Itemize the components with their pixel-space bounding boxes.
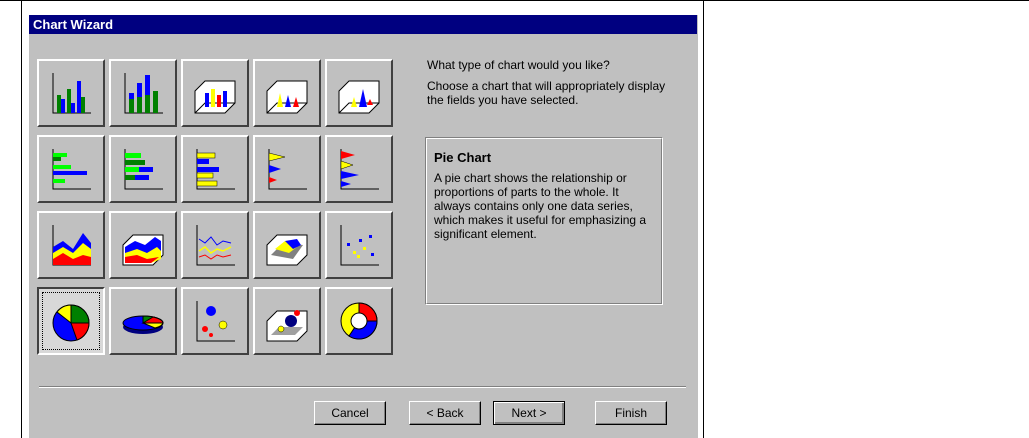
line-chart-icon (196, 225, 235, 266)
chart-type-button[interactable] (253, 211, 321, 279)
stacked-column-chart-icon (124, 73, 163, 114)
back-button[interactable]: < Back (409, 401, 481, 425)
description-title: Pie Chart (434, 150, 492, 165)
title-bar[interactable]: Chart Wizard (29, 15, 697, 34)
next-button[interactable]: Next > (493, 401, 565, 425)
chart-type-button[interactable] (109, 287, 177, 355)
bubble-chart-icon (196, 301, 235, 342)
prompt-question: What type of chart would you like? (427, 58, 610, 72)
chart-type-button[interactable] (253, 59, 321, 127)
chart-type-button[interactable] (181, 287, 249, 355)
chart-type-button[interactable] (109, 211, 177, 279)
chart-type-button[interactable] (37, 211, 105, 279)
chart-type-button[interactable] (253, 287, 321, 355)
top-border (0, 0, 1029, 1)
3d-pie-chart-icon (122, 315, 164, 334)
3d-pyramid-chart-icon (338, 80, 380, 114)
chart-type-button[interactable] (109, 59, 177, 127)
separator (39, 386, 686, 388)
3d-bubble-chart-icon (266, 310, 308, 342)
chart-type-button[interactable] (37, 59, 105, 127)
3d-pyramid-bar-chart-icon (340, 149, 379, 190)
description-body: A pie chart shows the relationship or pr… (434, 171, 647, 241)
window-title: Chart Wizard (33, 17, 114, 32)
3d-surface-chart-icon (266, 234, 308, 266)
chart-type-button[interactable] (109, 135, 177, 203)
chart-type-button[interactable] (325, 287, 393, 355)
chart-type-button[interactable] (181, 211, 249, 279)
chart-description-panel: Pie Chart A pie chart shows the relation… (425, 137, 663, 305)
cancel-button[interactable]: Cancel (314, 401, 386, 425)
chart-type-button[interactable] (253, 135, 321, 203)
left-border (21, 0, 22, 438)
right-border (703, 0, 704, 438)
3d-area-chart-icon (122, 234, 164, 266)
area-chart-icon (52, 225, 91, 266)
bar-chart-icon (52, 149, 91, 190)
chart-type-button[interactable] (325, 211, 393, 279)
prompt-instruction: Choose a chart that will appropriately d… (427, 79, 666, 107)
doughnut-chart-icon (340, 302, 378, 340)
3d-cone-bar-chart-icon (268, 149, 307, 190)
chart-wizard-dialog: Chart Wizard What type of chart would yo… (28, 14, 698, 438)
chart-type-button[interactable] (325, 135, 393, 203)
3d-column-chart-icon (194, 80, 236, 114)
pie-chart-icon (52, 304, 90, 342)
column-chart-icon (52, 73, 91, 114)
stacked-bar-chart-icon (124, 149, 163, 190)
chart-type-button[interactable] (37, 287, 105, 355)
finish-button[interactable]: Finish (595, 401, 667, 425)
3d-bar-chart-icon (196, 149, 235, 190)
chart-type-button[interactable] (181, 59, 249, 127)
chart-type-button[interactable] (325, 59, 393, 127)
scatter-chart-icon (340, 225, 379, 266)
chart-type-button[interactable] (181, 135, 249, 203)
3d-cone-chart-icon (266, 80, 308, 114)
chart-type-button[interactable] (37, 135, 105, 203)
